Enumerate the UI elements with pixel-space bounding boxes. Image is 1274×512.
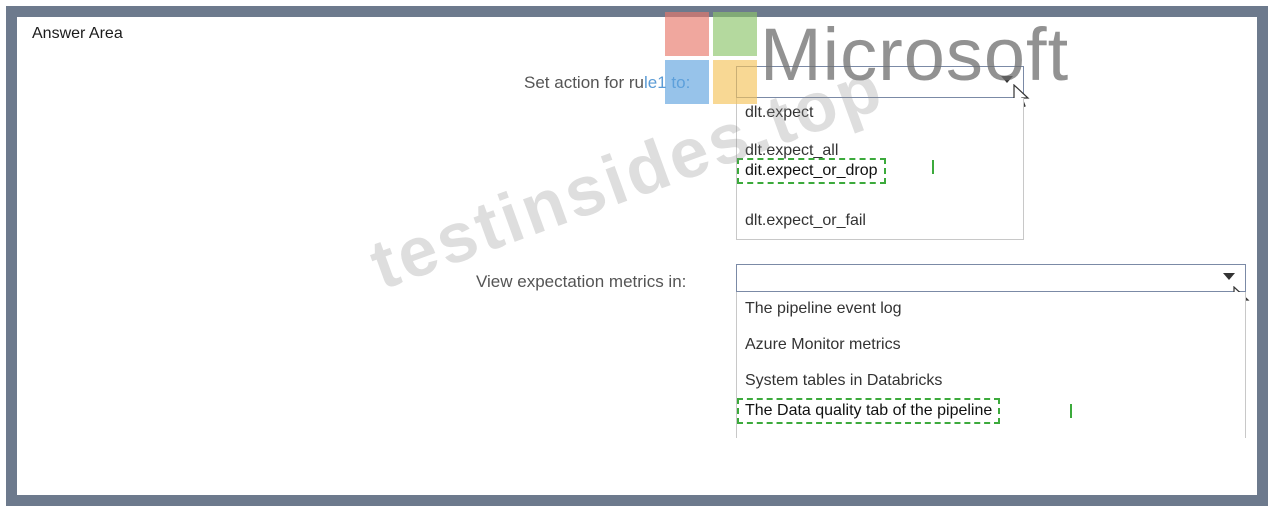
metrics-option-system-tables[interactable]: System tables in Databricks <box>745 372 942 390</box>
metrics-location-dropdown[interactable] <box>736 264 1246 292</box>
metrics-option-azure-monitor[interactable]: Azure Monitor metrics <box>745 336 901 354</box>
metrics-option-event-log[interactable]: The pipeline event log <box>745 300 902 318</box>
metrics-location-label: View expectation metrics in: <box>476 272 687 291</box>
logo-square-blue <box>665 60 709 104</box>
rule1-option-expect-or-fail[interactable]: dlt.expect_or_fail <box>745 212 866 230</box>
logo-square-green <box>713 12 757 56</box>
answer-area-title: Answer Area <box>32 25 123 42</box>
chevron-down-icon[interactable] <box>1223 273 1235 280</box>
metrics-options-list: The pipeline event log Azure Monitor met… <box>736 292 1246 438</box>
answer-marker-right <box>932 160 934 174</box>
answer-marker-right <box>1070 404 1072 418</box>
rule1-label-prefix: Set action for ru <box>524 73 645 92</box>
metrics-option-data-quality-tab[interactable]: The Data quality tab of the pipeline <box>737 398 1001 424</box>
logo-square-red <box>665 12 709 56</box>
